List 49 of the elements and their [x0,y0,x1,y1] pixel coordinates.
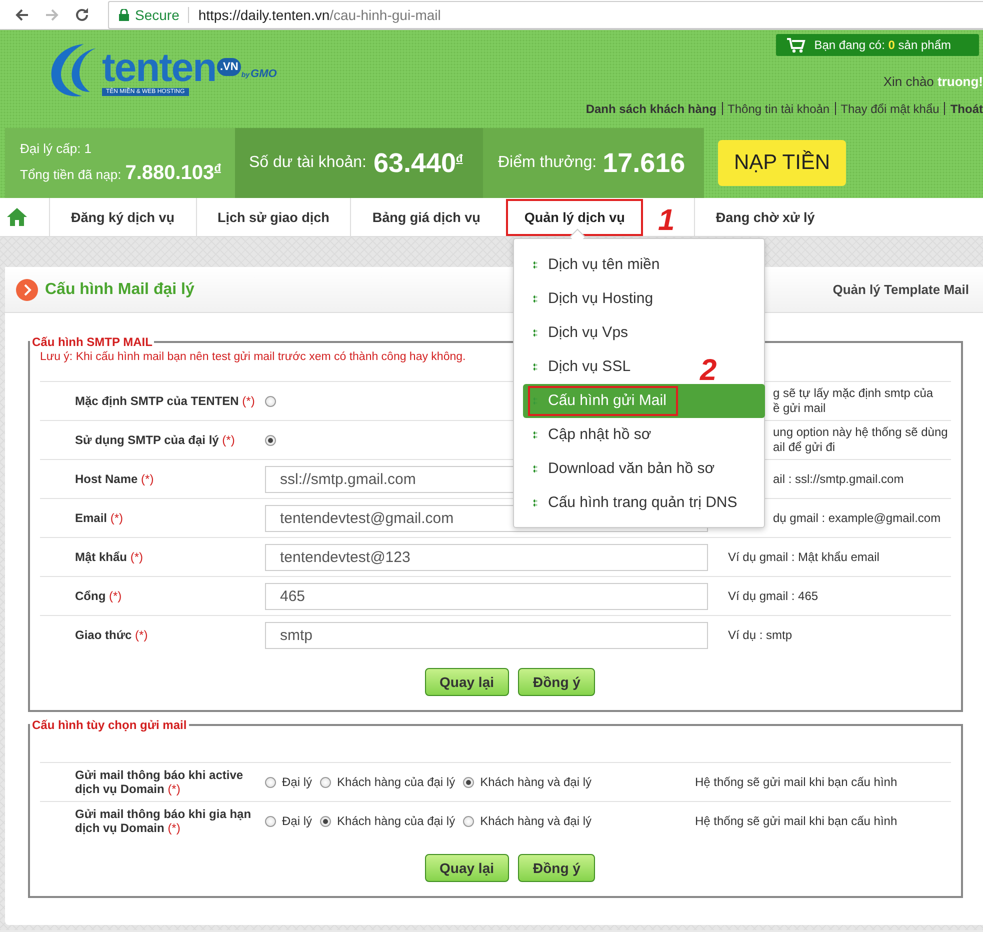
hint-text: Hệ thống sẽ gửi mail khi bạn cấu hình [695,814,898,828]
hint-text: ail : ssl://smtp.gmail.com [772,472,904,486]
greeting-text: Xin chào truong! [883,74,983,89]
section-legend: Cấu hình tùy chọn gửi mail [30,718,189,732]
menu-item-label: Dịch vụ Vps [548,324,628,342]
field-label: Gửi mail thông báo khi gia hạn dịch vụ Domain (*) [74,807,252,835]
radio-label: Khách hàng của đại lý [337,814,456,828]
menu-item-label: Dịch vụ Hosting [548,290,654,308]
secure-label: Secure [135,6,180,22]
url-text: https://daily.tenten.vn/cau-hinh-gui-mail [198,6,441,22]
annotation-number: 1 [658,206,675,236]
hint-text: ung option này hệ thống sẽ dùng ail để gửi đi [772,425,948,455]
logo-wordmark: tenten [102,50,216,86]
radio-label: Đại lý [282,775,312,789]
menu-item-label: Cập nhật hồ sơ [548,426,652,444]
total-label: Tổng tiền đã nạp: [20,167,122,182]
warning-text: Lưu ý: Khi cấu hình mail bạn nên test gửi mail trước xem có thành công hay không. [40,351,467,363]
hint-text: dụ gmail : example@gmail.com [772,510,941,526]
radio-label: Đại lý [282,814,312,828]
field-label: Cổng (*) [74,589,123,603]
balance-value: 63.440$^{đ}$ [373,148,463,178]
hint-text: Ví dụ gmail : 465 [727,588,818,604]
total-value: 7.880.103$^{đ}$ [125,162,221,185]
balance-label: Số dư tài khoản: [249,154,366,172]
menu-item-label: Cấu hình gửi Mail [528,386,678,416]
field-label: Mật khẩu (*) [74,550,144,564]
panel-title: Cấu hình Mail đại lý [45,280,194,298]
agent-level: Đại lý cấp: 1 [20,141,92,156]
cart-text: Bạn đang có: 0 sản phẩm [814,38,951,52]
annotation-number: 2 [700,356,717,386]
field-label: Sử dụng SMTP của đại lý (*) [74,433,236,447]
points-label: Điểm thưởng: [498,154,597,172]
points-value: 17.616 [602,148,686,178]
hint-text: Ví dụ gmail : Mật khẩu email [727,550,880,564]
hint-text: Ví dụ : smtp [727,628,792,642]
field-label: Giao thức (*) [74,628,149,642]
field-label: Mặc định SMTP của TENTEN (*) [74,394,256,408]
menu-item-label: Dịch vụ tên miền [548,256,660,274]
radio-label: Khách hàng của đại lý [337,775,456,789]
radio-label: Khách hàng và đại lý [480,775,592,789]
field-label: Host Name (*) [74,472,155,486]
field-label: Email (*) [74,511,124,525]
hint-text: g sẽ tự lấy mặc định smtp của ề gửi mail [772,386,934,416]
field-label: Gửi mail thông báo khi active dịch vụ Domain (*) [74,768,244,796]
section-legend: Cấu hình SMTP MAIL [30,335,154,349]
radio-label: Khách hàng và đại lý [480,814,592,828]
logo-badge: .VN [217,58,242,76]
hint-text: Hệ thống sẽ gửi mail khi bạn cấu hình [695,775,898,789]
menu-item-label: Dịch vụ SSL [548,358,631,376]
